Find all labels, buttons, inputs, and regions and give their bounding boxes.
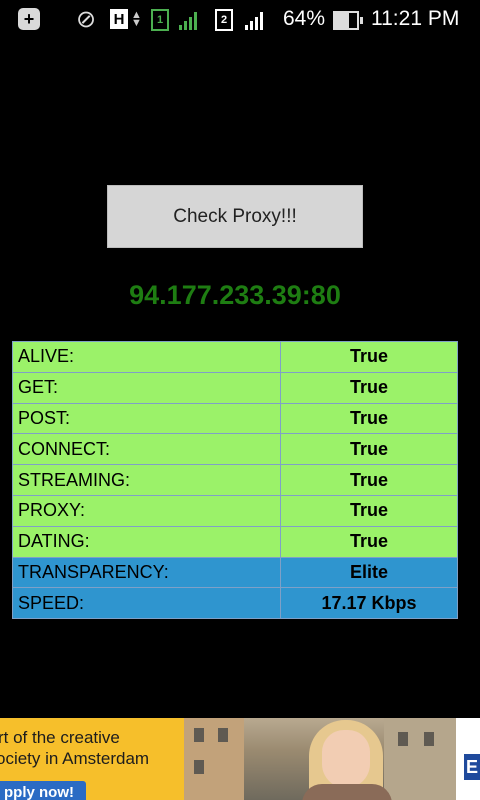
battery-icon [333, 11, 363, 30]
row-value: 17.17 Kbps [280, 587, 458, 620]
window-shape [218, 728, 228, 742]
ad-line: ociety in Amsterdam [0, 749, 150, 768]
row-value: True [280, 494, 458, 527]
table-row: ALIVE: True [12, 341, 458, 373]
ad-logo: E [456, 718, 480, 800]
row-value: Elite [280, 556, 458, 589]
row-label: CONNECT: [12, 433, 281, 466]
table-row: POST: True [12, 402, 458, 435]
results-table: ALIVE: True GET: True POST: True CONNECT… [12, 341, 458, 620]
data-arrows-icon: ▲ ▼ [131, 9, 142, 29]
ad-line: rt of the creative [0, 728, 120, 747]
row-value: True [280, 464, 458, 496]
row-label: POST: [12, 402, 281, 435]
row-value: True [280, 525, 458, 558]
ad-apply-button[interactable]: pply now! [0, 781, 86, 800]
row-label: ALIVE: [12, 341, 281, 373]
signal1-icon [179, 12, 197, 30]
ad-text-panel[interactable]: rt of the creative ociety in Amsterdam p… [0, 718, 184, 800]
battery-fill [335, 13, 350, 28]
row-value: True [280, 371, 458, 404]
check-proxy-button[interactable]: Check Proxy!!! [107, 185, 363, 248]
status-bar: + ⊘ H ▲ ▼ 1 2 64% 11:21 PM [0, 0, 480, 38]
table-row: GET: True [12, 371, 458, 404]
table-row: PROXY: True [12, 494, 458, 527]
row-label: STREAMING: [12, 464, 281, 496]
person-face [322, 730, 370, 788]
building-shape [384, 718, 456, 800]
row-label: TRANSPARENCY: [12, 556, 281, 589]
proxy-address: 94.177.233.39:80 [129, 280, 341, 310]
table-row: DATING: True [12, 525, 458, 558]
window-shape [194, 760, 204, 774]
row-label: PROXY: [12, 494, 281, 527]
table-row: TRANSPARENCY: Elite [12, 556, 458, 589]
h-network-icon: H [110, 9, 128, 29]
row-value: True [280, 402, 458, 435]
sim1-icon: 1 [151, 9, 169, 31]
building-shape [184, 718, 244, 800]
row-label: DATING: [12, 525, 281, 558]
signal2-icon [245, 12, 263, 30]
row-value: True [280, 433, 458, 466]
ad-logo-mark: E [464, 754, 480, 780]
sim2-icon: 2 [215, 9, 233, 31]
row-value: True [280, 341, 458, 373]
person-shirt [302, 784, 392, 800]
window-shape [424, 732, 434, 746]
ad-photo [184, 718, 456, 800]
table-row: SPEED: 17.17 Kbps [12, 587, 458, 620]
window-shape [398, 732, 408, 746]
notification-plus-icon: + [18, 8, 40, 30]
ad-banner[interactable]: rt of the creative ociety in Amsterdam p… [0, 718, 480, 800]
row-label: SPEED: [12, 587, 281, 620]
clock: 11:21 PM [371, 7, 460, 30]
battery-tip [360, 17, 363, 24]
window-shape [194, 728, 204, 742]
table-row: CONNECT: True [12, 433, 458, 466]
mute-icon: ⊘ [76, 5, 97, 33]
table-row: STREAMING: True [12, 464, 458, 496]
battery-percent: 64% [283, 7, 326, 30]
row-label: GET: [12, 371, 281, 404]
